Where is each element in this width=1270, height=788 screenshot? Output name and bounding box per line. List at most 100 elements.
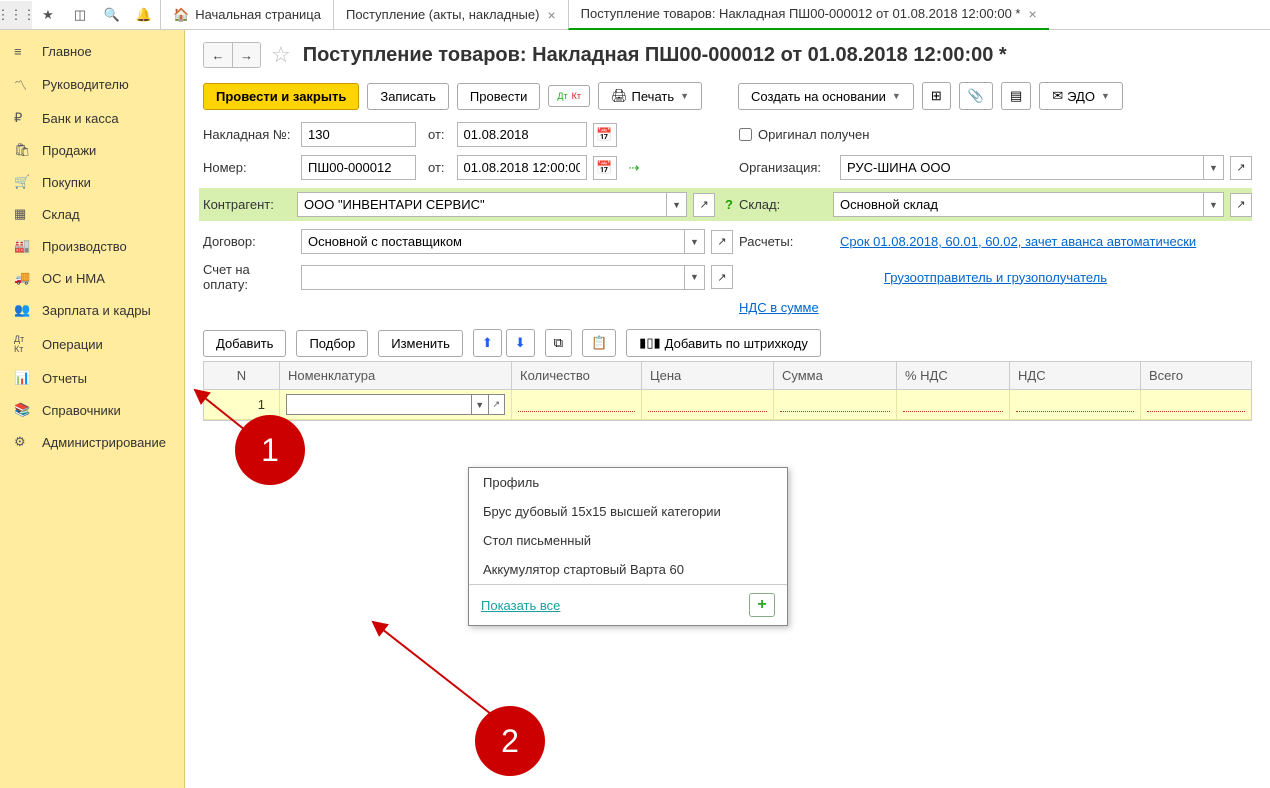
dd-add-button[interactable]: + (749, 593, 775, 617)
col-ndsp-header[interactable]: % НДС (897, 362, 1010, 389)
create-based-button[interactable]: Создать на основании▼ (738, 83, 914, 110)
nom-open-button[interactable]: ↗ (488, 395, 505, 414)
dd-item[interactable]: Профиль (469, 468, 787, 497)
calendar2-button[interactable]: 📅 (593, 156, 617, 180)
zapisat-button[interactable]: Записать (367, 83, 449, 110)
apps-icon[interactable]: ⋮⋮⋮ (0, 1, 32, 29)
sidebar-item-purchases[interactable]: 🛒Покупки (0, 166, 184, 198)
close-icon[interactable]: × (547, 7, 555, 23)
sidebar-item-production[interactable]: 🏭Производство (0, 230, 184, 262)
original-checkbox-wrap[interactable]: Оригинал получен (739, 127, 869, 142)
nav-back-button[interactable]: ← (204, 43, 232, 67)
change-button[interactable]: Изменить (378, 330, 463, 357)
gruz-link[interactable]: Грузоотправитель и грузополучатель (884, 270, 1107, 285)
dogovor-open-button[interactable]: ↗ (711, 230, 733, 254)
org-dropdown-button[interactable]: ▼ (1203, 156, 1223, 179)
sidebar-item-refs[interactable]: 📚Справочники (0, 394, 184, 426)
kontr-combo[interactable]: ▼ (297, 192, 687, 217)
close-icon[interactable]: × (1028, 6, 1036, 22)
sidebar-item-admin[interactable]: ⚙Администрирование (0, 426, 184, 458)
schet-input[interactable] (302, 266, 684, 289)
sidebar-item-sales[interactable]: 🛍Продажи (0, 134, 184, 166)
original-checkbox[interactable] (739, 128, 752, 141)
show-all-link[interactable]: Показать все (481, 598, 560, 613)
barcode-button[interactable]: ▮▯▮ Добавить по штрихкоду (626, 329, 821, 357)
col-nds-header[interactable]: НДС (1010, 362, 1141, 389)
provesti-button[interactable]: Провести (457, 83, 541, 110)
sidebar-item-operations[interactable]: ДтКтОперации (0, 326, 184, 362)
print-button[interactable]: 🖨Печать▼ (598, 82, 702, 110)
sidebar-item-main[interactable]: ≡Главное (0, 36, 184, 67)
col-sum-header[interactable]: Сумма (774, 362, 897, 389)
kontr-open-button[interactable]: ↗ (693, 193, 715, 217)
cell-sum[interactable] (774, 390, 897, 419)
provesti-close-button[interactable]: Провести и закрыть (203, 83, 359, 110)
sidebar-item-assets[interactable]: 🚚ОС и НМА (0, 262, 184, 294)
nakl-date-input[interactable] (457, 122, 587, 147)
col-qty-header[interactable]: Количество (512, 362, 642, 389)
nav-forward-button[interactable]: → (232, 43, 260, 67)
help-icon[interactable]: ? (725, 197, 733, 212)
move-down-button[interactable]: ⬇ (506, 329, 535, 357)
nom-combo[interactable]: ▼ ↗ (286, 394, 505, 415)
sklad-combo[interactable]: ▼ (833, 192, 1224, 217)
cell-qty[interactable] (512, 390, 642, 419)
dogovor-combo[interactable]: ▼ (301, 229, 705, 254)
podbor-button[interactable]: Подбор (296, 330, 368, 357)
org-combo[interactable]: ▼ (840, 155, 1224, 180)
dd-item[interactable]: Аккумулятор стартовый Варта 60 (469, 555, 787, 584)
dtkt-button[interactable]: ДтКт (548, 85, 590, 107)
table-row[interactable]: 1 ▼ ↗ (204, 390, 1251, 420)
edo-button[interactable]: ✉ЭДО▼ (1039, 82, 1123, 110)
col-n-header[interactable]: N (204, 362, 280, 389)
nom-dropdown-button[interactable]: ▼ (471, 395, 488, 414)
list-button[interactable]: ▤ (1001, 82, 1031, 110)
cell-ndsp[interactable] (897, 390, 1010, 419)
paste-button[interactable]: 📋 (582, 329, 616, 357)
star-top-icon[interactable]: ★ (32, 1, 64, 29)
schet-dropdown-button[interactable]: ▼ (684, 266, 704, 289)
copy-button[interactable]: ⧉ (545, 329, 572, 357)
nds-link[interactable]: НДС в сумме (739, 300, 819, 315)
tab-doc[interactable]: Поступление товаров: Накладная ПШ00-0000… (568, 0, 1049, 30)
raschet-link[interactable]: Срок 01.08.2018, 60.01, 60.02, зачет ава… (840, 234, 1196, 249)
nomer-input[interactable] (301, 155, 416, 180)
sidebar-item-reports[interactable]: 📊Отчеты (0, 362, 184, 394)
cell-price[interactable] (642, 390, 774, 419)
schet-combo[interactable]: ▼ (301, 265, 705, 290)
col-nom-header[interactable]: Номенклатура (280, 362, 512, 389)
sidebar-item-bank[interactable]: ₽Банк и касса (0, 102, 184, 134)
sklad-open-button[interactable]: ↗ (1230, 193, 1252, 217)
kontr-input[interactable] (298, 193, 666, 216)
sidebar-item-rukovod[interactable]: 〽Руководителю (0, 67, 184, 102)
favorite-icon[interactable]: ☆ (271, 42, 291, 68)
bell-icon[interactable]: 🔔 (128, 1, 160, 29)
col-price-header[interactable]: Цена (642, 362, 774, 389)
col-total-header[interactable]: Всего (1141, 362, 1251, 389)
add-button[interactable]: Добавить (203, 330, 286, 357)
sidebar-item-salary[interactable]: 👥Зарплата и кадры (0, 294, 184, 326)
dd-item[interactable]: Брус дубовый 15х15 высшей категории (469, 497, 787, 526)
dashboard-icon[interactable]: ◫ (64, 1, 96, 29)
org-input[interactable] (841, 156, 1203, 179)
move-up-button[interactable]: ⬆ (473, 329, 502, 357)
dogovor-input[interactable] (302, 230, 684, 253)
sklad-input[interactable] (834, 193, 1203, 216)
tab-acts[interactable]: Поступление (акты, накладные) × (333, 0, 568, 30)
search-top-icon[interactable]: 🔍 (96, 1, 128, 29)
kontr-dropdown-button[interactable]: ▼ (666, 193, 686, 216)
nakl-no-input[interactable] (301, 122, 416, 147)
calendar-button[interactable]: 📅 (593, 123, 617, 147)
cell-total[interactable] (1141, 390, 1251, 419)
sklad-dropdown-button[interactable]: ▼ (1203, 193, 1223, 216)
tab-home[interactable]: 🏠 Начальная страница (160, 0, 333, 30)
dd-item[interactable]: Стол письменный (469, 526, 787, 555)
org-open-button[interactable]: ↗ (1230, 156, 1252, 180)
nom-input[interactable] (287, 395, 471, 414)
schet-open-button[interactable]: ↗ (711, 265, 733, 289)
sidebar-item-warehouse[interactable]: ▦Склад (0, 198, 184, 230)
nomer-date-input[interactable] (457, 155, 587, 180)
dogovor-dropdown-button[interactable]: ▼ (684, 230, 704, 253)
cell-nds[interactable] (1010, 390, 1141, 419)
struct-button[interactable]: ⊞ (922, 82, 951, 110)
